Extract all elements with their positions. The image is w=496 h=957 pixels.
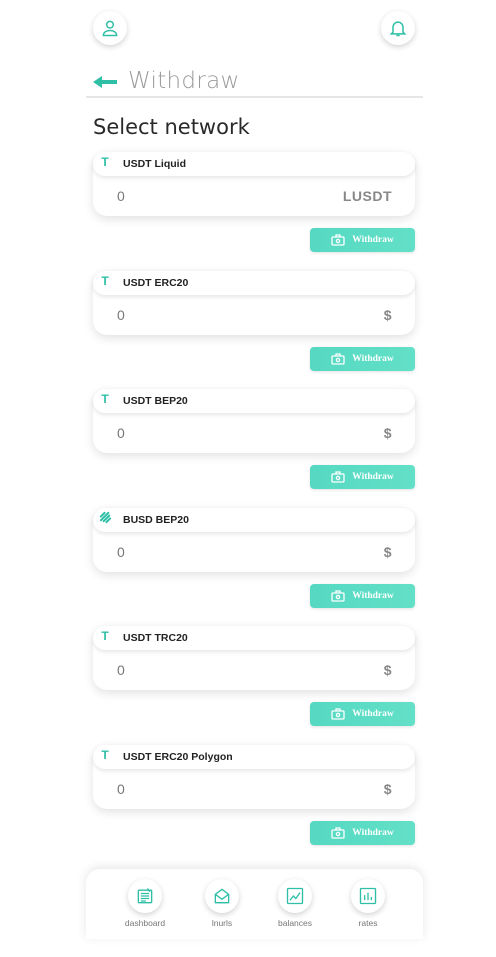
section-title: Select network: [93, 115, 250, 139]
withdraw-label: Withdraw: [352, 709, 394, 719]
wallet-icon: [331, 471, 345, 483]
balances-icon: [286, 887, 304, 905]
network-header: T USDT BEP20: [93, 389, 415, 413]
notifications-button[interactable]: [381, 11, 415, 45]
network-card[interactable]: T USDT ERC20 0 $: [93, 270, 415, 335]
nav-label-balances: balances: [277, 918, 313, 928]
wallet-icon: [331, 589, 345, 602]
tether-icon: T: [101, 155, 109, 169]
tether-icon: T: [101, 273, 109, 288]
dashboard-icon: [137, 888, 153, 904]
lnurls-icon: [214, 888, 230, 904]
nav-label-dashboard: dashboard: [124, 918, 166, 928]
network-item: BUSD BEP20 0 $ Withdraw: [93, 507, 415, 608]
tether-icon: T: [101, 747, 109, 762]
withdraw-button[interactable]: Withdraw: [310, 583, 415, 608]
network-header: T USDT ERC20 Polygon: [93, 744, 415, 769]
withdraw-label: Withdraw: [352, 472, 394, 482]
nav-item-rates[interactable]: rates: [338, 879, 398, 928]
withdraw-label: Withdraw: [352, 827, 394, 838]
network-name: BUSD BEP20: [123, 513, 189, 526]
user-icon: [102, 20, 118, 37]
network-amount: 0: [117, 188, 125, 204]
network-card[interactable]: BUSD BEP20 0 $: [93, 507, 415, 572]
network-item: T USDT ERC20 0 $ Withdraw: [93, 270, 415, 371]
network-unit: $: [383, 780, 392, 797]
wallet-icon: [331, 708, 345, 720]
network-card[interactable]: T USDT ERC20 Polygon 0 $: [93, 744, 415, 809]
network-header: BUSD BEP20: [93, 507, 415, 532]
page-header: Withdraw: [86, 66, 423, 98]
network-card[interactable]: T USDT TRC20 0 $: [93, 626, 415, 690]
profile-button[interactable]: [93, 11, 127, 45]
network-unit: $: [383, 425, 392, 441]
rates-icon: [359, 887, 377, 905]
page-title: Withdraw: [128, 68, 240, 94]
tether-icon: T: [101, 629, 109, 643]
bell-icon: [389, 21, 407, 37]
network-item: T USDT TRC20 0 $ Withdraw: [93, 626, 415, 726]
network-name: USDT ERC20: [123, 276, 189, 289]
network-header: T USDT TRC20: [93, 626, 415, 650]
wallet-icon: [331, 234, 345, 246]
network-header: T USDT Liquid: [93, 152, 415, 176]
network-item: T USDT ERC20 Polygon 0 $ Withdraw: [93, 744, 415, 845]
withdraw-button[interactable]: Withdraw: [310, 820, 415, 845]
network-name: USDT BEP20: [123, 395, 188, 407]
wallet-icon: [331, 826, 345, 839]
withdraw-label: Withdraw: [352, 235, 394, 245]
network-amount: 0: [117, 306, 125, 323]
network-item: T USDT Liquid 0 LUSDT Withdraw: [93, 152, 415, 252]
withdraw-label: Withdraw: [352, 590, 394, 601]
network-amount: 0: [117, 543, 125, 560]
tether-icon: T: [101, 392, 109, 406]
withdraw-button[interactable]: Withdraw: [310, 465, 415, 489]
withdraw-button[interactable]: Withdraw: [310, 228, 415, 252]
wallet-icon: [331, 352, 345, 365]
network-unit: $: [383, 543, 392, 560]
bottom-nav: dashboard lnurls balances rates: [86, 869, 423, 939]
nav-label-lnurls: lnurls: [211, 918, 233, 928]
nav-item-balances[interactable]: balances: [265, 879, 325, 928]
network-header: T USDT ERC20: [93, 270, 415, 295]
network-unit: $: [383, 662, 392, 678]
withdraw-label: Withdraw: [352, 353, 394, 364]
network-name: USDT ERC20 Polygon: [123, 750, 233, 763]
nav-item-lnurls[interactable]: lnurls: [192, 879, 252, 928]
nav-label-rates: rates: [358, 918, 378, 928]
withdraw-button[interactable]: Withdraw: [310, 346, 415, 371]
network-unit: LUSDT: [342, 188, 392, 204]
network-amount: 0: [117, 780, 125, 797]
network-name: USDT Liquid: [123, 158, 186, 170]
network-amount: 0: [117, 425, 125, 441]
network-card[interactable]: T USDT Liquid 0 LUSDT: [93, 152, 415, 216]
network-name: USDT TRC20: [123, 632, 188, 644]
network-item: T USDT BEP20 0 $ Withdraw: [93, 389, 415, 489]
back-arrow-icon[interactable]: [92, 75, 118, 89]
busd-icon: [98, 511, 112, 525]
network-amount: 0: [117, 662, 125, 678]
network-unit: $: [383, 306, 392, 323]
network-card[interactable]: T USDT BEP20 0 $: [93, 389, 415, 453]
nav-item-dashboard[interactable]: dashboard: [115, 879, 175, 928]
withdraw-button[interactable]: Withdraw: [310, 702, 415, 726]
